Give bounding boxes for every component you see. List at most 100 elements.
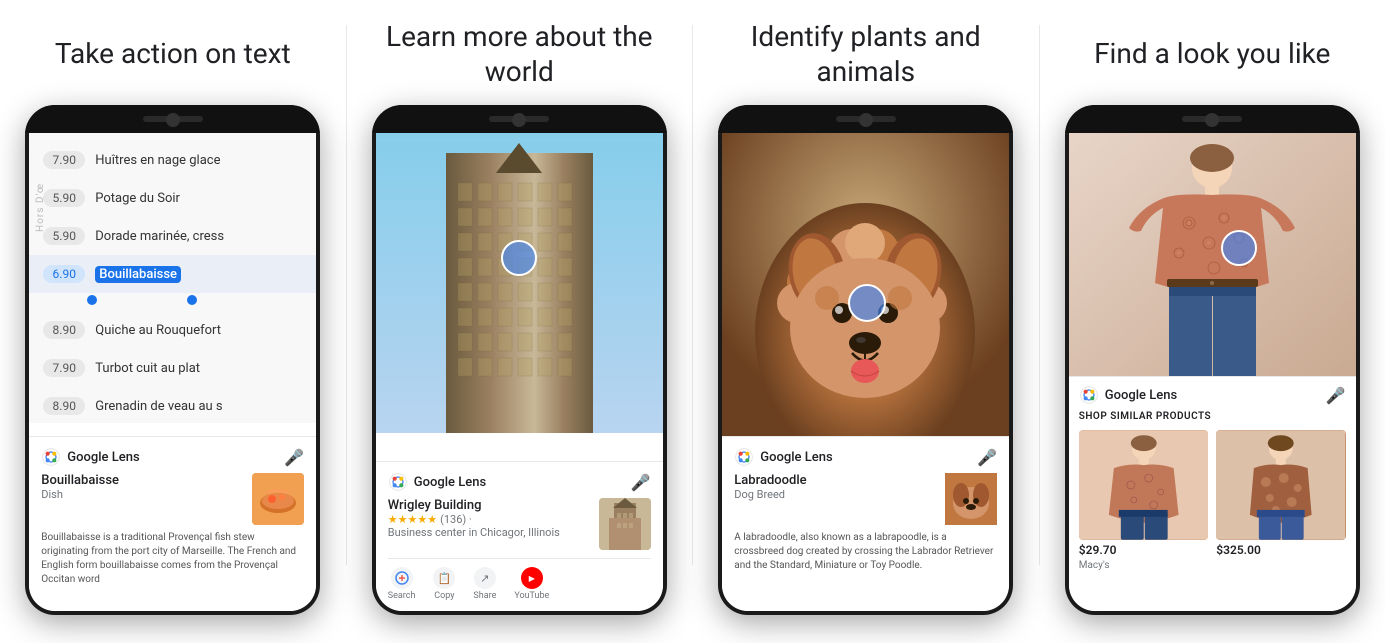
p1-lens-header: Google Lens 🎤 [41,447,304,467]
p1-price-5: 8.90 [43,321,85,339]
p4-lens-header: Google Lens 🎤 [1079,385,1346,405]
p1-dish-4: Bouillabaisse [95,266,181,283]
p3-result-row: Labradoodle Dog Breed [734,473,997,525]
p1-menu-item-5: 8.90 Quiche au Rouquefort [29,311,316,349]
p2-lens-logo: Google Lens [388,472,486,492]
p1-result-title: Bouillabaisse [41,473,244,488]
p1-food-img [252,473,304,525]
p3-lens-logo: Google Lens [734,447,832,467]
p2-copy-icon: 📋 [433,567,455,589]
p1-result-text: Bouillabaisse Dish [41,473,244,501]
p1-price-3: 5.90 [43,227,85,245]
p3-lens-header: Google Lens 🎤 [734,447,997,467]
p4-product-price-1: $29.70 [1079,543,1209,557]
p4-fashion-svg [1069,133,1356,393]
p1-result-row: Bouillabaisse Dish [41,473,304,525]
col4-phone: Google Lens 🎤 SHOP SIMILAR PRODUCTS [1065,105,1360,615]
p2-search-label: Search [388,591,416,601]
p2-action-search[interactable]: Search [388,567,416,601]
p4-product-svg-2 [1216,430,1346,540]
p2-youtube-label: YouTube [514,591,549,601]
col1-title: Take action on text [25,0,321,105]
p4-products-grid: $29.70 Macy's [1079,430,1346,571]
p2-result-row: Wrigley Building ★★★★★ (136) · Business … [388,498,651,550]
p1-side-label: Hors D'œ [35,183,46,232]
column-learn-more: Learn more about the world [347,0,693,643]
p1-result-img [252,473,304,525]
p2-share-label: Share [473,591,496,601]
p1-price-2: 5.90 [43,189,85,207]
p3-result-title: Labradoodle [734,473,937,488]
col4-screen: Google Lens 🎤 SHOP SIMILAR PRODUCTS [1069,133,1356,611]
p1-menu-item-4: 6.90 Bouillabaisse [29,255,316,293]
p3-dog-img [722,133,1009,453]
p1-mic-icon[interactable]: 🎤 [284,448,304,467]
p1-dish-5: Quiche au Rouquefort [95,323,221,338]
p3-lens-title: Google Lens [760,450,832,465]
p2-copy-label: Copy [434,591,454,601]
col1-phone-wrapper: Hors D'œ 7.90 Huîtres en nage glace 5.90… [0,105,346,643]
p1-menu-item-6: 7.90 Turbot cuit au plat [29,349,316,387]
p4-product-svg-1 [1079,430,1209,540]
p1-price-4: 6.90 [43,265,85,283]
p2-building-info: Wrigley Building ★★★★★ (136) · Business … [388,498,591,539]
p2-action-share[interactable]: ↗ Share [473,567,496,601]
p4-product-img-2 [1216,430,1346,540]
p4-fashion-img [1069,133,1356,393]
col3-phone: Google Lens 🎤 Labradoodle Dog Breed [718,105,1013,615]
col1-phone: Hors D'œ 7.90 Huîtres en nage glace 5.90… [25,105,320,615]
p1-menu-item-2: 5.90 Potage du Soir [29,179,316,217]
col4-notch [1205,113,1219,127]
main-container: Take action on text Hors D'œ 7.90 Huître… [0,0,1385,643]
p2-building-img [376,133,663,433]
p3-dog-svg [722,133,1009,453]
p1-lens-logo: Google Lens [41,447,139,467]
p1-menu-item-1: 7.90 Huîtres en nage glace [29,141,316,179]
p2-lens-title: Google Lens [414,475,486,490]
p4-product-store-1: Macy's [1079,560,1209,571]
p2-youtube-icon: ▶ [521,567,543,589]
p3-lens-bar: Google Lens 🎤 Labradoodle Dog Breed [722,436,1009,611]
p4-lens-bar: Google Lens 🎤 SHOP SIMILAR PRODUCTS [1069,376,1356,611]
p1-desc: Bouillabaisse is a traditional Provençal… [41,531,304,587]
p2-share-icon: ↗ [474,567,496,589]
p2-mic-icon[interactable]: 🎤 [631,473,651,492]
p4-product-price-2: $325.00 [1216,543,1346,557]
lens-icon [41,447,61,467]
p2-result-img [599,498,651,550]
p1-dish-3: Dorade marinée, cress [95,229,224,244]
p3-dog-thumb [945,473,997,525]
col4-phone-wrapper: Google Lens 🎤 SHOP SIMILAR PRODUCTS [1040,105,1385,643]
p4-product-2: $325.00 [1216,430,1346,571]
p1-handle-left [87,295,97,305]
p2-lens-icon [388,472,408,492]
p2-actions: Search 📋 Copy ↗ Share ▶ [388,558,651,601]
p2-action-youtube[interactable]: ▶ YouTube [514,567,549,601]
col3-title: Identify plants and animals [693,0,1039,105]
p2-lens-header: Google Lens 🎤 [388,472,651,492]
p4-lens-icon [1079,385,1099,405]
p3-lens-icon [734,447,754,467]
p4-mic-icon[interactable]: 🎤 [1326,386,1346,405]
p3-mic-icon[interactable]: 🎤 [977,448,997,467]
col1-screen: Hors D'œ 7.90 Huîtres en nage glace 5.90… [29,133,316,611]
p2-google-icon [391,567,413,589]
p2-location: Business center in Chicagor, Illinois [388,526,591,539]
col2-screen: Google Lens 🎤 Wrigley Building ★★★★★ (13… [376,133,663,611]
p1-dish-7: Grenadin de veau au s [95,399,222,414]
p1-dish-6: Turbot cuit au plat [95,361,200,376]
col3-phone-wrapper: Google Lens 🎤 Labradoodle Dog Breed [693,105,1039,643]
col4-title: Find a look you like [1064,0,1360,105]
p1-dish-1: Huîtres en nage glace [95,153,220,168]
p4-lens-title: Google Lens [1105,388,1177,403]
p3-desc: A labradoodle, also known as a labrapood… [734,531,997,573]
col3-screen: Google Lens 🎤 Labradoodle Dog Breed [722,133,1009,611]
p2-rating-count: (136) · [440,513,472,526]
p1-lens-bar: Google Lens 🎤 Bouillabaisse Dish [29,436,316,611]
p4-product-1: $29.70 Macy's [1079,430,1209,571]
p2-building-thumb [599,498,651,550]
p1-lens-title: Google Lens [67,450,139,465]
column-identify: Identify plants and animals [693,0,1039,643]
p4-lens-logo: Google Lens [1079,385,1177,405]
p2-action-copy[interactable]: 📋 Copy [433,567,455,601]
